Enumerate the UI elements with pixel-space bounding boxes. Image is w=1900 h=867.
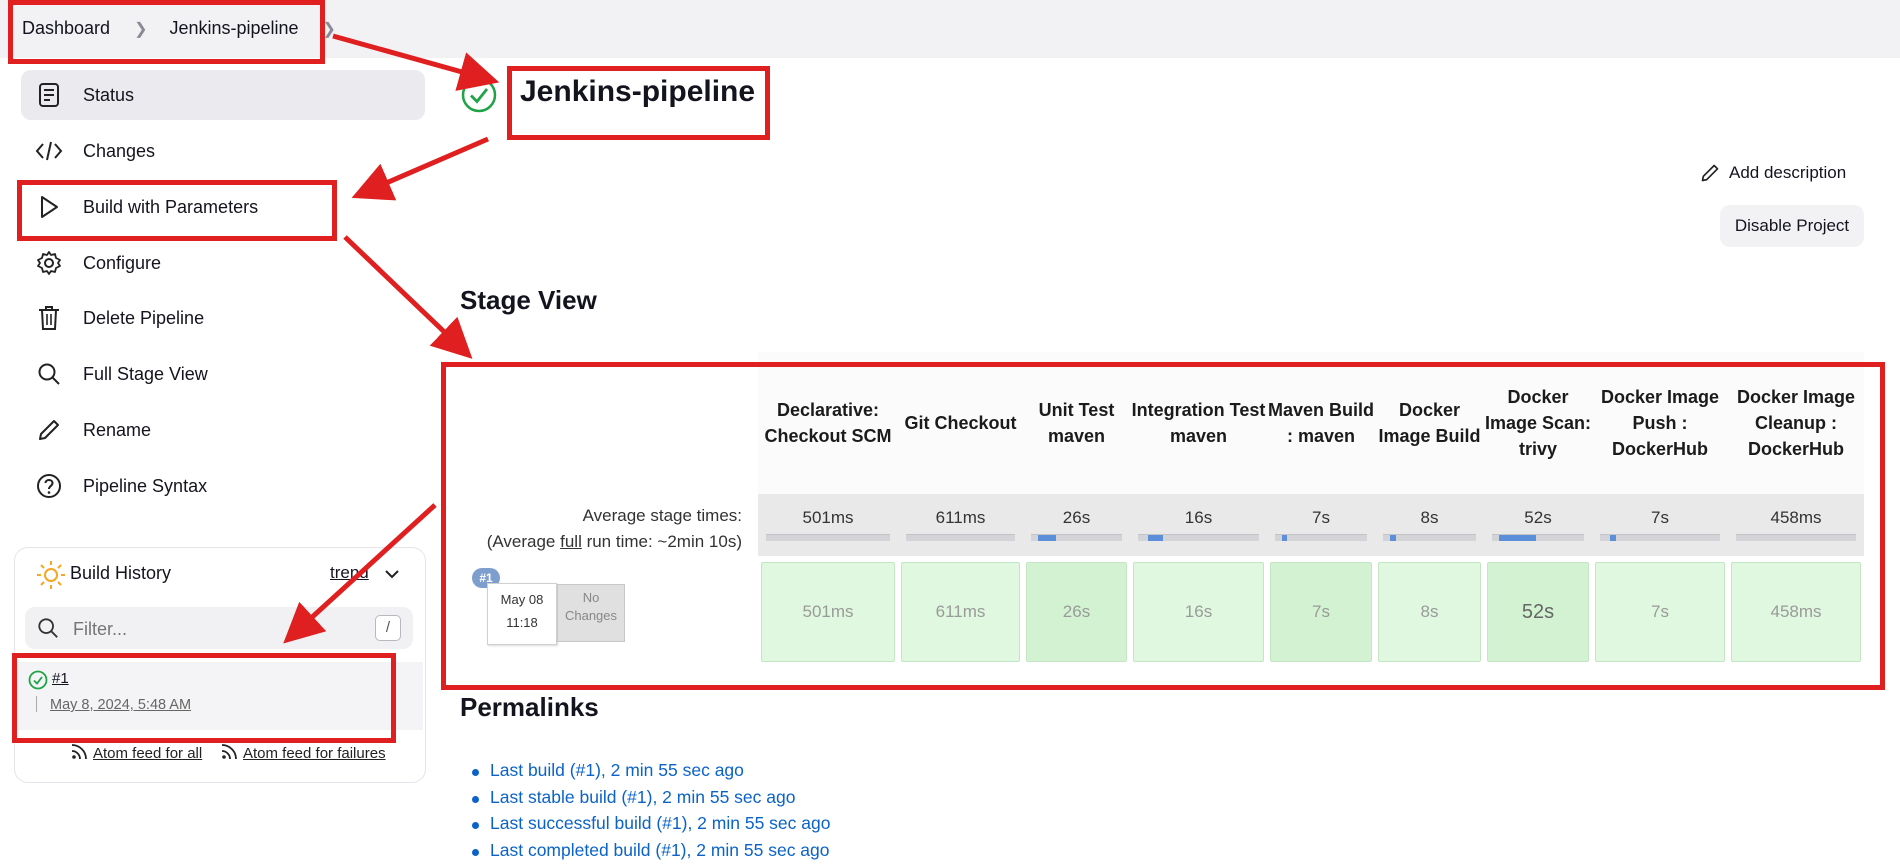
annotation-arrows <box>283 33 500 644</box>
arrow-build-to-stage-view <box>343 235 473 359</box>
arrow-breadcrumb-to-title <box>332 33 500 91</box>
arrow-stage-to-history <box>283 503 437 644</box>
arrow-title-to-build <box>351 136 489 201</box>
